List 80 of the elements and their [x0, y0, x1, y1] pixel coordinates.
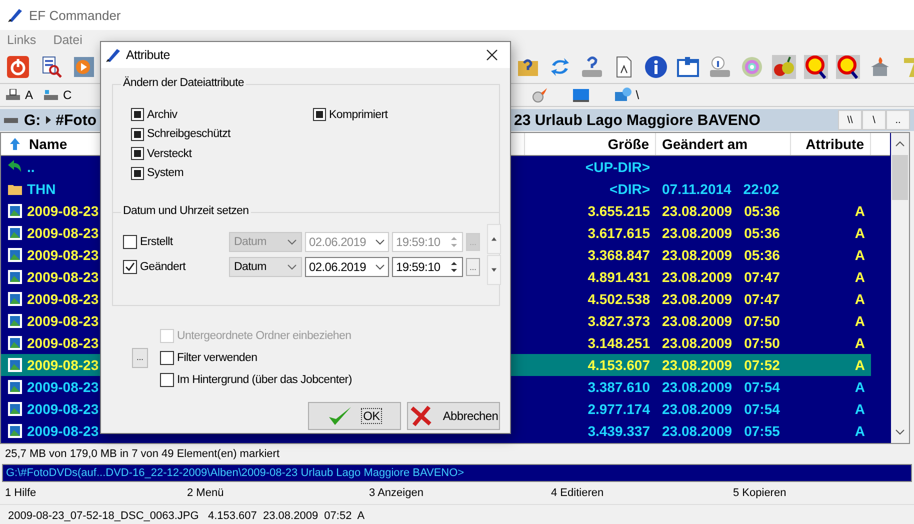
file-time: 05:36: [744, 247, 780, 263]
file-attribute: A: [854, 225, 865, 241]
file-date: 23.08.2009: [662, 379, 732, 395]
file-attribute: A: [854, 203, 865, 219]
checkbox-label: Untergeordnete Ordner einbeziehen: [177, 330, 352, 342]
file-info-text: 2009-08-23_07-52-18_DSC_0063.JPG 4.153.607 23.08.2009 07:52 A: [7, 509, 366, 524]
checkbox-label: Filter verwenden: [177, 352, 258, 364]
group-title: Ändern der Dateiattribute: [121, 77, 246, 89]
path-text: #Foto: [56, 112, 96, 128]
checkbox-label: Erstellt: [140, 236, 173, 248]
checkbox-label: Schreibgeschützt: [147, 128, 230, 140]
file-time: 05:36: [744, 203, 780, 219]
file-time: 22:02: [743, 181, 780, 197]
file-name: 2009-08-23: [27, 247, 99, 263]
file-date: 23.08.2009: [662, 423, 732, 439]
file-name: 2009-08-23: [27, 379, 99, 395]
file-time: 07:54: [744, 379, 780, 395]
file-name: 2009-08-23: [27, 269, 99, 285]
file-attribute: A: [854, 291, 865, 307]
file-attribute: A: [854, 401, 865, 417]
file-size: 3.827.373: [588, 313, 650, 329]
checkbox-label: Archiv: [147, 108, 178, 121]
file-date: 23.08.2009: [662, 313, 732, 329]
file-size: 4.153.607: [588, 357, 650, 373]
file-time: 05:36: [744, 225, 780, 241]
file-date: 23.08.2009: [662, 335, 732, 351]
file-attribute: A: [854, 335, 865, 351]
file-date: 23.08.2009: [662, 225, 732, 241]
file-size: 3.655.215: [588, 203, 650, 219]
file-date: 23.08.2009: [662, 269, 732, 285]
checkbox-label: Versteckt: [147, 148, 192, 160]
file-size: 4.891.431: [588, 269, 650, 285]
file-attribute: A: [854, 357, 865, 373]
file-date: 07.11.2014: [662, 181, 732, 197]
file-time: 07:54: [744, 401, 780, 417]
drive-label: G:: [24, 112, 41, 128]
file-size: 2.977.174: [588, 401, 650, 417]
file-date: 23.08.2009: [662, 357, 732, 373]
file-time: 07:47: [744, 269, 780, 285]
dialog-title: Attribute: [126, 48, 170, 62]
group-title: Datum und Uhrzeit setzen: [121, 205, 251, 217]
file-size: 4.502.538: [588, 291, 650, 307]
checkbox-label: Im Hintergrund (über das Jobcenter): [177, 374, 352, 386]
file-attribute: A: [854, 269, 865, 285]
file-name: 2009-08-23: [27, 357, 99, 373]
path-text: 23 Urlaub Lago Maggiore BAVENO: [514, 112, 760, 128]
file-size: 3.148.251: [588, 335, 650, 351]
file-size: 3.368.847: [588, 247, 650, 263]
file-attribute: A: [854, 379, 865, 395]
file-size: 3.617.615: [588, 225, 650, 241]
file-time: 07:50: [744, 313, 780, 329]
file-time: 07:52: [744, 357, 780, 373]
file-name: 2009-08-23: [27, 203, 99, 219]
file-time: 07:55: [744, 423, 780, 439]
checkbox-label: System: [147, 167, 184, 180]
file-name: 2009-08-23: [27, 401, 99, 417]
file-time: 07:50: [744, 335, 780, 351]
window-title: EF Commander: [29, 8, 121, 22]
file-name: 2009-08-23: [27, 291, 99, 307]
file-name: THN: [27, 181, 56, 197]
file-name: 2009-08-23: [27, 335, 99, 351]
file-size: <UP-DIR>: [585, 159, 650, 175]
file-size: <DIR>: [610, 181, 650, 197]
file-time: 07:47: [744, 291, 780, 307]
status-text: 25,7 MB von 179,0 MB in 7 von 49 Element(en) markiert: [4, 447, 281, 462]
file-name: 2009-08-23: [27, 225, 99, 241]
file-attribute: A: [854, 313, 865, 329]
checkbox-label: Geändert: [140, 261, 186, 273]
file-date: 23.08.2009: [662, 401, 732, 417]
file-date: 23.08.2009: [662, 247, 732, 263]
file-size: 3.387.610: [588, 379, 650, 395]
file-date: 23.08.2009: [662, 203, 732, 219]
file-size: 3.439.337: [588, 423, 650, 439]
file-attribute: A: [854, 423, 865, 439]
checkbox-label: Komprimiert: [329, 108, 388, 121]
file-date: 23.08.2009: [662, 291, 732, 307]
file-name: ..: [27, 159, 35, 175]
file-attribute: A: [854, 247, 865, 263]
file-name: 2009-08-23: [27, 313, 99, 329]
file-name: 2009-08-23: [27, 423, 99, 439]
